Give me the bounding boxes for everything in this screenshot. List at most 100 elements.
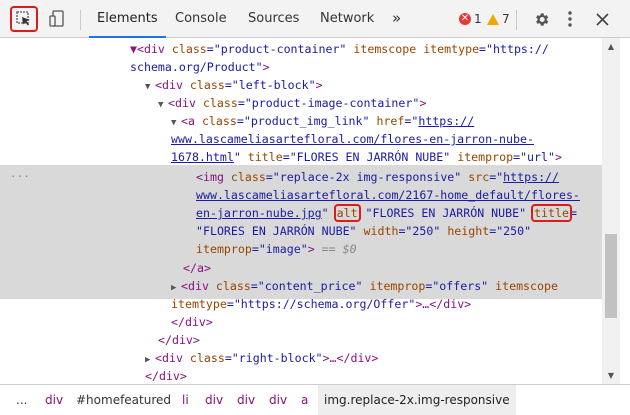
dom-node-left-block[interactable]: ▼ <div class="left-block"> (145, 76, 323, 94)
attr-value: "product-image-container" (244, 96, 420, 110)
toolbar-divider (516, 10, 517, 30)
scroll-up-arrow-icon[interactable]: ▲ (602, 42, 620, 51)
dom-node-continuation: "FLORES EN JARRÓN NUBE" width="250" heig… (196, 224, 532, 238)
dom-tree: ... ▼<div class="product-container" item… (0, 38, 602, 384)
attr-name: src (468, 170, 490, 184)
tab-console[interactable]: Console (175, 0, 227, 38)
attr-name: itemprop (369, 279, 426, 293)
dom-node-product-container[interactable]: ▼<div class="product-container" itemscop… (130, 40, 549, 58)
attr-name: href (376, 114, 405, 128)
attr-name: class (189, 78, 225, 92)
breadcrumb-item-selected[interactable]: img.replace-2x.img-responsive (318, 385, 516, 415)
src-link[interactable]: https:// (503, 170, 559, 184)
more-tabs-button[interactable]: » (392, 0, 401, 38)
breadcrumb-item[interactable]: div (269, 385, 287, 415)
dom-node-right-block[interactable]: ▶ <div class="right-block">…</div> (145, 349, 378, 367)
tag-close: >…</div> (322, 351, 379, 365)
attr-name: class (215, 279, 251, 293)
attr-name: height (447, 224, 490, 238)
attr-name: itemscope (353, 42, 417, 56)
attr-value: "image" (258, 242, 308, 256)
breadcrumb-item[interactable]: li (182, 385, 189, 415)
href-link[interactable]: www.lascameliasartefloral.com/flores-en-… (171, 132, 534, 146)
tab-network[interactable]: Network (320, 0, 374, 38)
devtools-toolbar: Elements Console Sources Network » ✕ 1 7 (0, 0, 630, 38)
dom-node-content-price[interactable]: ▶ <div class="content_price" itemprop="of… (171, 277, 558, 295)
attr-name: class (230, 170, 266, 184)
href-link[interactable]: 1678.html (171, 150, 234, 164)
attr-value: "product-container" (213, 42, 347, 56)
warning-count: 7 (502, 12, 510, 26)
gear-icon (535, 12, 548, 26)
attr-name: itemtype (423, 42, 480, 56)
expand-triangle-icon[interactable]: ▼ (158, 96, 168, 114)
href-link[interactable]: https:// (418, 114, 474, 128)
expand-triangle-icon[interactable]: ▼ (145, 78, 155, 96)
dom-node-continuation: www.lascameliasartefloral.com/flores-en-… (171, 130, 534, 148)
tag-close: >…</div> (415, 297, 472, 311)
attr-value: "content_price" (257, 279, 363, 293)
attr-value: "product_img_link" (243, 114, 370, 128)
dom-node-continuation: www.lascameliasartefloral.com/2167-home_… (196, 186, 580, 204)
attr-value: "FLORES EN JARRÓN NUBE" (365, 206, 527, 220)
error-icon: ✕ (459, 13, 471, 25)
dom-node-a-close[interactable]: </a> (183, 259, 211, 277)
cursor-select-icon (16, 11, 30, 26)
selected-node-marker: == $0 (321, 242, 357, 256)
warning-count-badge[interactable]: 7 (487, 0, 510, 38)
tab-sources[interactable]: Sources (248, 0, 299, 38)
tag-open: <div (181, 279, 216, 293)
attr-name: width (363, 224, 399, 238)
attr-name: title (247, 150, 283, 164)
device-toolbar-button[interactable] (46, 6, 68, 32)
device-mode-icon (49, 10, 64, 27)
error-count-badge[interactable]: ✕ 1 (459, 0, 482, 38)
tag-open: ▼<div (130, 42, 172, 56)
breadcrumb: ... div #homefeatured li div div div a i… (0, 384, 630, 415)
breadcrumb-item[interactable]: div (205, 385, 223, 415)
settings-button[interactable] (530, 6, 552, 32)
tag-open: <div (155, 351, 190, 365)
dom-node-div-close[interactable]: </div> (145, 367, 187, 384)
scroll-down-arrow-icon[interactable]: ▼ (602, 371, 620, 380)
node-actions-dots[interactable]: ... (10, 165, 30, 183)
attr-value: "right-block" (231, 351, 323, 365)
tab-elements[interactable]: Elements (89, 0, 166, 38)
dom-node-product-image-container[interactable]: ▼ <div class="product-image-container"> (158, 94, 426, 112)
dom-node-img-selected[interactable]: <img class="replace-2x img-responsive" s… (196, 168, 559, 186)
dom-node-div-close[interactable]: </div> (171, 313, 213, 331)
breadcrumb-ellipsis[interactable]: ... (16, 385, 27, 415)
attr-value: "offers" (432, 279, 489, 293)
dom-node-continuation: schema.org/Product"> (130, 58, 270, 76)
src-link[interactable]: en-jarron-nube.jpg (196, 206, 322, 220)
dom-node-product-img-link[interactable]: ▼ <a class="product_img_link" href="https… (171, 112, 474, 130)
tag-close: > (315, 78, 323, 92)
close-devtools-button[interactable] (592, 6, 612, 32)
attr-name: class (202, 96, 238, 110)
vertical-scrollbar[interactable]: ▲ ▼ (602, 38, 620, 384)
breadcrumb-item[interactable]: div (45, 385, 63, 415)
src-link[interactable]: www.lascameliasartefloral.com/2167-home_… (196, 188, 580, 202)
breadcrumb-item[interactable]: #homefeatured (76, 385, 171, 415)
title-attr-highlight: title (531, 204, 572, 222)
breadcrumb-item[interactable]: a (301, 385, 308, 415)
tag-open: <a (181, 114, 202, 128)
tag-close: > (554, 150, 562, 164)
vertical-dots-icon (568, 11, 572, 27)
inspect-element-button[interactable] (10, 6, 38, 32)
dom-node-div-close[interactable]: </div> (158, 331, 200, 349)
attr-value: "left-block" (231, 78, 316, 92)
attr-value: "replace-2x img-responsive" (272, 170, 462, 184)
tag-close: </div> (171, 315, 213, 329)
tag-open: <div (168, 96, 203, 110)
tag-close: </div> (145, 369, 187, 383)
attr-name: class (189, 351, 225, 365)
attr-name: itemprop (196, 242, 252, 256)
customize-menu-button[interactable] (562, 6, 578, 32)
scrollbar-thumb[interactable] (605, 234, 617, 318)
attr-value: "https://schema.org/Offer" (233, 297, 416, 311)
tag-close: > (307, 242, 315, 256)
breadcrumb-item[interactable]: div (237, 385, 255, 415)
tag-close: > (419, 96, 427, 110)
tag-open: <img (196, 170, 231, 184)
